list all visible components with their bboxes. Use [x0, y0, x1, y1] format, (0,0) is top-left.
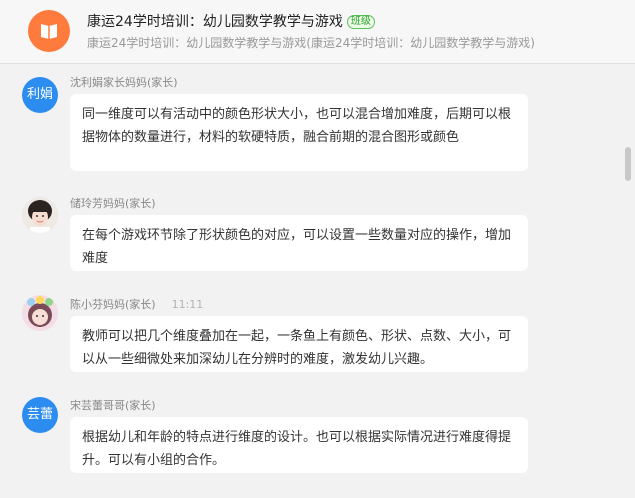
- chat-subtitle: 康运24学时培训：幼儿园数学教学与游戏(康运24学时培训：幼儿园数学教学与游戏): [87, 36, 535, 50]
- scrollbar-thumb[interactable]: [625, 147, 631, 181]
- chat-title-text: 康运24学时培训：幼儿园数学教学与游戏: [87, 14, 343, 30]
- class-tag-badge: 班级: [346, 15, 375, 29]
- sender-name-text: 陈小芬妈妈(家长): [70, 298, 156, 311]
- avatar[interactable]: [22, 197, 58, 233]
- sender-name: 储玲芳妈妈(家长): [70, 197, 156, 210]
- message-bubble: 在每个游戏环节除了形状颜色的对应，可以设置一些数量对应的操作，增加难度: [70, 215, 528, 271]
- sender-name: 陈小芬妈妈(家长) 11:11: [70, 296, 203, 312]
- message-bubble: 根据幼儿和年龄的特点进行维度的设计。也可以根据实际情况进行难度得提升。可以有小组…: [70, 417, 528, 473]
- avatar[interactable]: [22, 295, 58, 331]
- message-bubble: 同一维度可以有活动中的颜色形状大小，也可以混合增加难度，后期可以根据物体的数量进…: [70, 94, 528, 171]
- user-photo-icon: [22, 295, 58, 331]
- chat-header: 康运24学时培训：幼儿园数学教学与游戏 班级 康运24学时培训：幼儿园数学教学与游…: [0, 0, 635, 64]
- class-logo-icon: [28, 10, 70, 52]
- avatar[interactable]: 芸蕾: [22, 397, 58, 433]
- message-bubble: 教师可以把几个维度叠加在一起，一条鱼上有颜色、形状、点数、大小，可以从一些细微处…: [70, 316, 528, 372]
- message-feed[interactable]: 利娟 沈利娟家长妈妈(家长) 同一维度可以有活动中的颜色形状大小，也可以混合增加…: [0, 64, 635, 498]
- avatar[interactable]: 利娟: [22, 77, 58, 113]
- user-photo-icon: [22, 197, 58, 233]
- sender-name: 宋芸蕾哥哥(家长): [70, 399, 156, 412]
- message-time: 11:11: [171, 298, 204, 311]
- sender-name: 沈利娟家长妈妈(家长): [70, 76, 178, 89]
- chat-title: 康运24学时培训：幼儿园数学教学与游戏 班级: [87, 11, 375, 31]
